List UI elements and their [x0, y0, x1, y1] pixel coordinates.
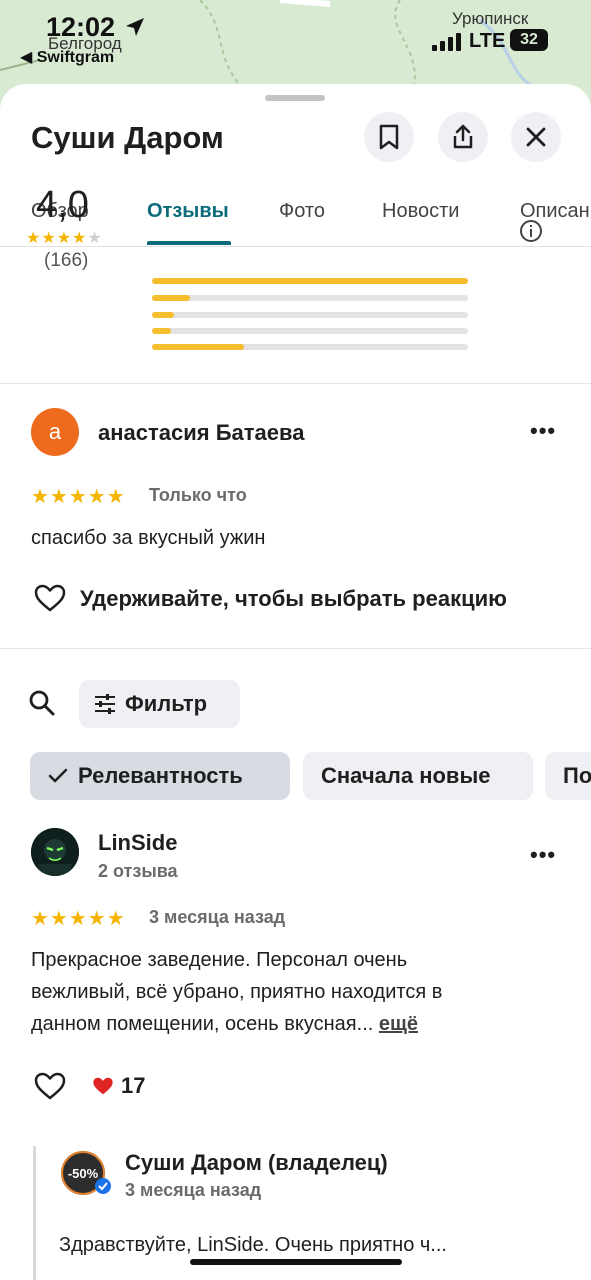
more-options-icon[interactable]: ••• [530, 418, 556, 444]
map-city-label: Урюпинск [452, 9, 529, 28]
status-bar: 12:02 Белгород Урюпинск ◀ Swiftgram LTE … [0, 0, 591, 80]
rating-bar-fill [152, 328, 171, 334]
rating-bar-fill [152, 278, 468, 284]
chip-more[interactable]: По [545, 752, 591, 800]
review-text: спасибо за вкусный ужин [31, 527, 266, 549]
network-type: LTE [469, 30, 506, 52]
rating-bar-4 [152, 295, 468, 301]
red-heart-reaction-icon[interactable] [92, 1076, 114, 1096]
heart-icon[interactable] [34, 584, 66, 612]
filter-label: Фильтр [125, 691, 208, 716]
avatar: а [31, 408, 79, 456]
review-time: Только что [149, 485, 247, 505]
search-icon[interactable] [28, 689, 56, 717]
owner-reply-time: 3 месяца назад [125, 1180, 262, 1200]
review-author: анастасия Батаева [98, 420, 305, 445]
chip-newest[interactable]: Сначала новые [303, 752, 533, 800]
rating-bar-2 [152, 328, 468, 334]
review-time: 3 месяца назад [149, 907, 286, 927]
info-icon[interactable] [519, 219, 543, 243]
place-sheet: Суши Даром Обзор Отзывы Фото Новости Опи… [0, 84, 591, 1280]
rating-bar-fill [152, 312, 175, 318]
back-to-app-link[interactable]: ◀ Swiftgram [20, 47, 114, 67]
rating-bar-3 [152, 312, 468, 318]
rating-bar-5 [152, 278, 468, 284]
read-more-link[interactable]: ещё [379, 1013, 418, 1035]
rating-count: (166) [44, 250, 89, 271]
chip-label: Релевантность [78, 763, 243, 788]
review-text: Прекрасное заведение. Персонал очень веж… [31, 944, 571, 1040]
reaction-hint: Удерживайте, чтобы выбрать реакцию [80, 586, 507, 611]
review-author-subtitle: 2 отзыва [98, 861, 178, 881]
review-text-line: вежливый, всё убрано, приятно находится … [31, 981, 443, 1003]
filter-button[interactable]: Фильтр [79, 680, 240, 728]
chip-label: Сначала новые [321, 763, 491, 788]
owner-logo-text: -50% [68, 1166, 99, 1181]
reaction-count: 17 [121, 1073, 146, 1098]
owner-reply-text: Здравствуйте, LinSide. Очень приятно ч..… [59, 1234, 447, 1256]
rating-bar-1 [152, 344, 468, 350]
reviews-content: 4,0 ★★★★★ (166) а анастасия Батаева ••• … [0, 84, 591, 1280]
review-author[interactable]: LinSide [98, 830, 177, 856]
review-text-line: данном помещении, осень вкусная... ещё [31, 1008, 571, 1040]
avatar [31, 828, 79, 876]
owner-reply-author: Суши Даром (владелец) [125, 1150, 388, 1175]
sliders-icon [95, 694, 115, 714]
battery-indicator: 32 [510, 29, 548, 51]
section-divider [0, 383, 591, 384]
more-options-icon[interactable]: ••• [530, 842, 556, 868]
rating-average: 4,0 [36, 184, 89, 226]
signal-icon [432, 33, 461, 51]
location-arrow-icon [126, 18, 144, 36]
review-stars: ★★★★★ [31, 908, 126, 930]
rating-bar-fill [152, 344, 244, 350]
rating-bar-fill [152, 295, 190, 301]
review-text-line-content: данном помещении, осень вкусная... [31, 1013, 374, 1035]
review-text-line: Прекрасное заведение. Персонал очень [31, 949, 408, 971]
chip-label: По [563, 763, 591, 788]
home-indicator[interactable] [190, 1259, 402, 1265]
avatar-image [31, 828, 79, 876]
section-divider [0, 648, 591, 649]
reply-indent-line [33, 1146, 36, 1280]
check-icon [48, 768, 68, 783]
review-stars: ★★★★★ [31, 486, 126, 508]
chip-relevance[interactable]: Релевантность [30, 752, 290, 800]
rating-stars: ★★★★★ [26, 230, 103, 247]
verified-badge-icon [95, 1178, 111, 1194]
heart-icon[interactable] [34, 1072, 66, 1100]
